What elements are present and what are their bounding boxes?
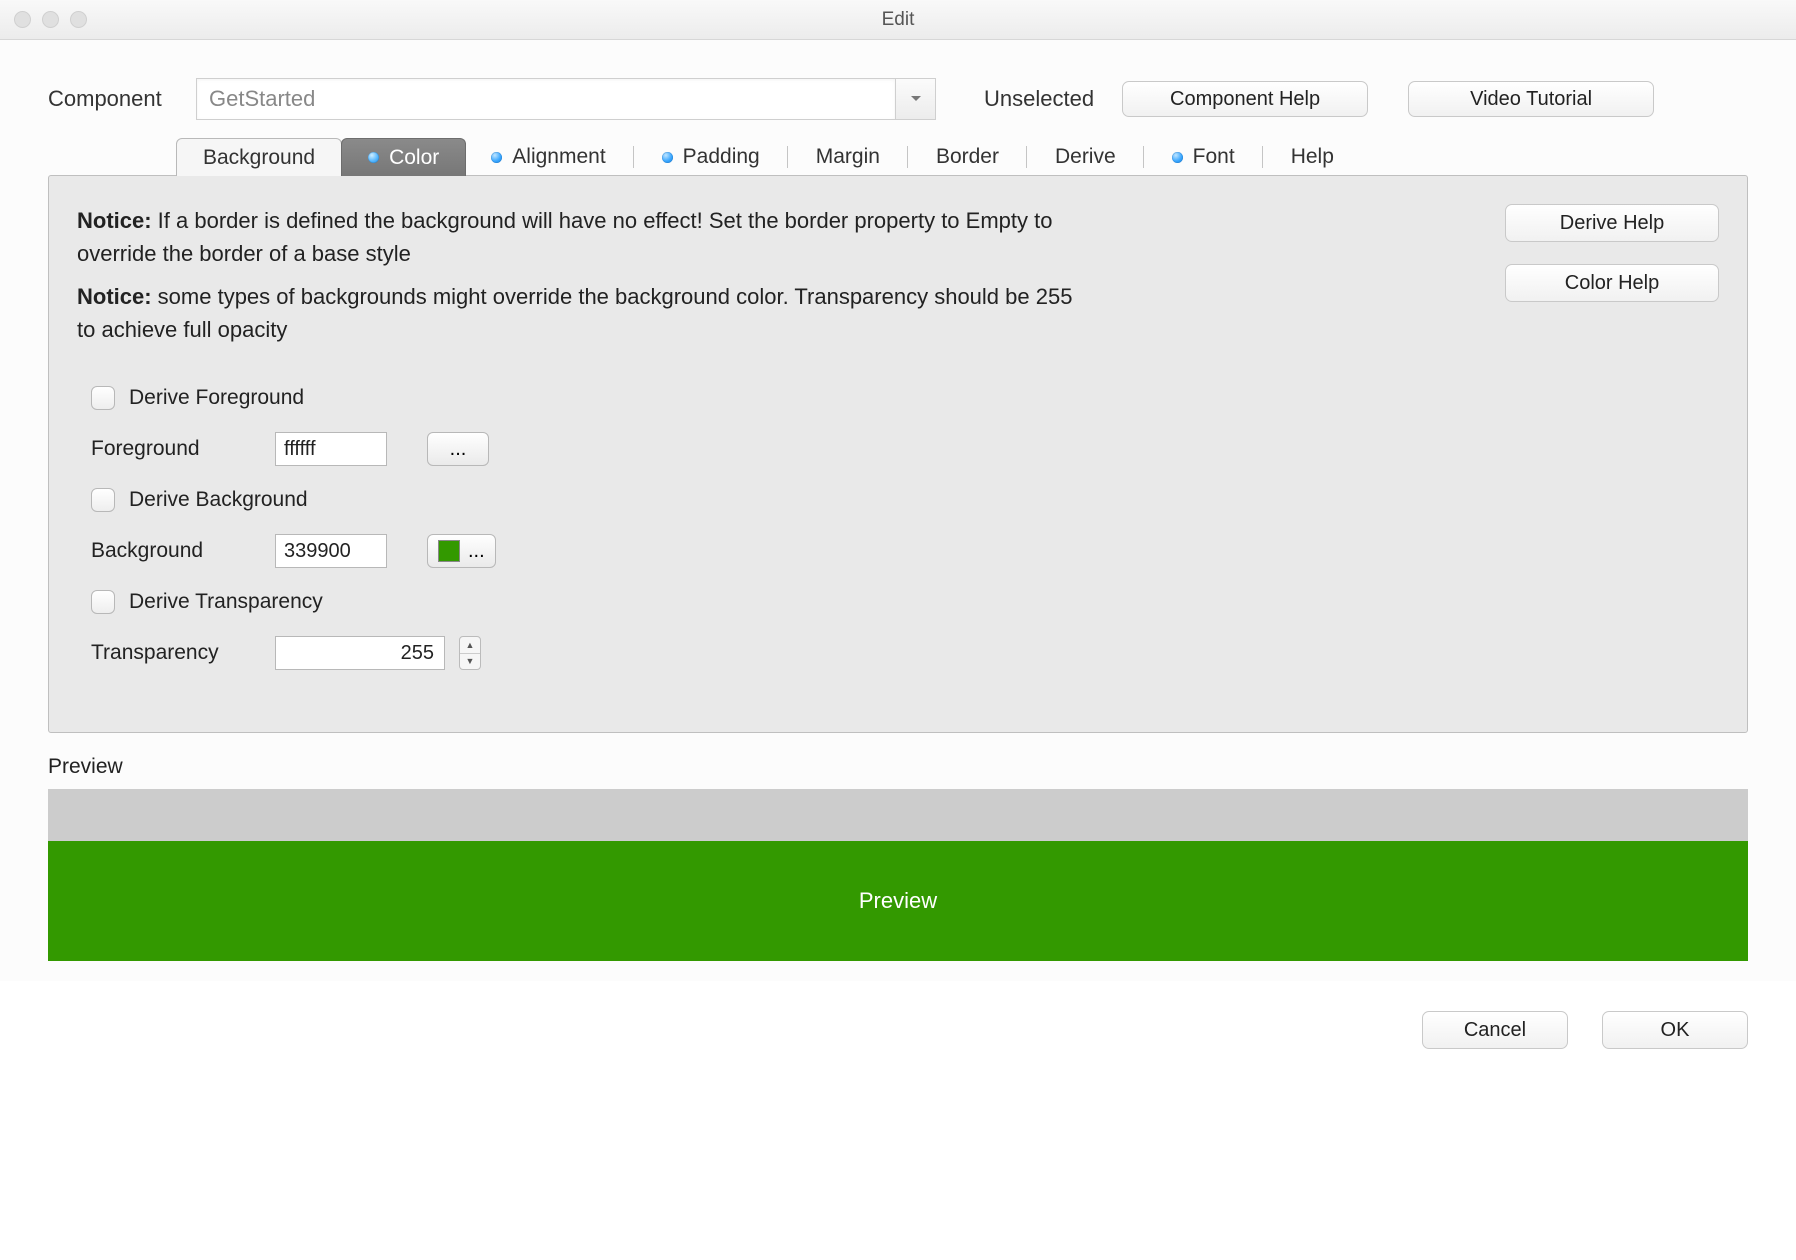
tab-derive[interactable]: Derive [1029, 138, 1142, 176]
override-dot-icon [662, 152, 673, 163]
background-input[interactable] [275, 534, 387, 568]
titlebar: Edit [0, 0, 1796, 40]
tab-alignment[interactable]: Alignment [465, 138, 631, 176]
background-label: Background [91, 539, 261, 563]
cancel-button[interactable]: Cancel [1422, 1011, 1568, 1049]
background-picker-button[interactable]: ... [427, 534, 496, 568]
window-title: Edit [882, 9, 915, 31]
tab-help[interactable]: Help [1265, 138, 1360, 176]
derive-help-button[interactable]: Derive Help [1505, 204, 1719, 242]
notice-border: Notice: If a border is defined the backg… [77, 204, 1077, 270]
header-row: Component GetStarted Unselected Componen… [48, 60, 1748, 120]
foreground-label: Foreground [91, 437, 261, 461]
tab-separator [1143, 146, 1144, 168]
notices: Notice: If a border is defined the backg… [77, 204, 1077, 356]
derive-foreground-checkbox[interactable] [91, 386, 115, 410]
preview-text: Preview [859, 888, 937, 914]
tab-padding[interactable]: Padding [636, 138, 786, 176]
component-input[interactable]: GetStarted [196, 78, 896, 120]
notice-transparency: Notice: some types of backgrounds might … [77, 280, 1077, 346]
unselected-label: Unselected [984, 86, 1094, 112]
tabs: Background Color Alignment Padding Margi… [176, 138, 1748, 176]
transparency-input[interactable] [275, 636, 445, 670]
video-tutorial-button[interactable]: Video Tutorial [1408, 81, 1654, 117]
tab-font[interactable]: Font [1146, 138, 1261, 176]
tab-separator [1262, 146, 1263, 168]
tab-separator [1026, 146, 1027, 168]
derive-background-checkbox[interactable] [91, 488, 115, 512]
tab-separator [787, 146, 788, 168]
background-swatch [438, 540, 460, 562]
component-dropdown-button[interactable] [896, 78, 936, 120]
derive-background-label: Derive Background [129, 488, 308, 512]
ellipsis-icon: ... [450, 438, 467, 461]
ellipsis-icon: ... [468, 540, 485, 563]
close-icon[interactable] [14, 11, 31, 28]
tab-help-label: Help [1291, 145, 1334, 169]
preview-area: Preview [48, 789, 1748, 961]
panel-color: Notice: If a border is defined the backg… [48, 175, 1748, 733]
tab-alignment-label: Alignment [512, 145, 605, 169]
ok-button[interactable]: OK [1602, 1011, 1748, 1049]
spinner-up-icon[interactable]: ▲ [460, 637, 480, 654]
zoom-icon[interactable] [70, 11, 87, 28]
tab-separator [907, 146, 908, 168]
preview-bar-bottom: Preview [48, 841, 1748, 961]
tab-font-label: Font [1193, 145, 1235, 169]
derive-transparency-checkbox[interactable] [91, 590, 115, 614]
tab-margin-label: Margin [816, 145, 880, 169]
tab-background[interactable]: Background [176, 138, 342, 176]
tab-color-label: Color [389, 146, 439, 170]
minimize-icon[interactable] [42, 11, 59, 28]
transparency-label: Transparency [91, 641, 261, 665]
tab-color[interactable]: Color [341, 138, 466, 176]
tab-separator [633, 146, 634, 168]
preview-bar-top [48, 789, 1748, 841]
component-label: Component [48, 86, 178, 112]
tab-padding-label: Padding [683, 145, 760, 169]
override-dot-icon [491, 152, 502, 163]
foreground-picker-button[interactable]: ... [427, 432, 489, 466]
component-help-button[interactable]: Component Help [1122, 81, 1368, 117]
color-help-button[interactable]: Color Help [1505, 264, 1719, 302]
preview-label: Preview [48, 755, 1748, 779]
override-dot-icon [368, 152, 379, 163]
derive-foreground-label: Derive Foreground [129, 386, 304, 410]
derive-transparency-label: Derive Transparency [129, 590, 323, 614]
override-dot-icon [1172, 152, 1183, 163]
spinner-down-icon[interactable]: ▼ [460, 654, 480, 670]
tab-derive-label: Derive [1055, 145, 1116, 169]
foreground-input[interactable] [275, 432, 387, 466]
traffic-lights [14, 11, 87, 28]
transparency-spinner[interactable]: ▲ ▼ [459, 636, 481, 670]
component-value: GetStarted [209, 86, 315, 112]
chevron-down-icon [910, 95, 922, 103]
tab-border[interactable]: Border [910, 138, 1025, 176]
tab-background-label: Background [203, 146, 315, 170]
footer: Cancel OK [0, 981, 1796, 1079]
tab-border-label: Border [936, 145, 999, 169]
tab-margin[interactable]: Margin [790, 138, 906, 176]
